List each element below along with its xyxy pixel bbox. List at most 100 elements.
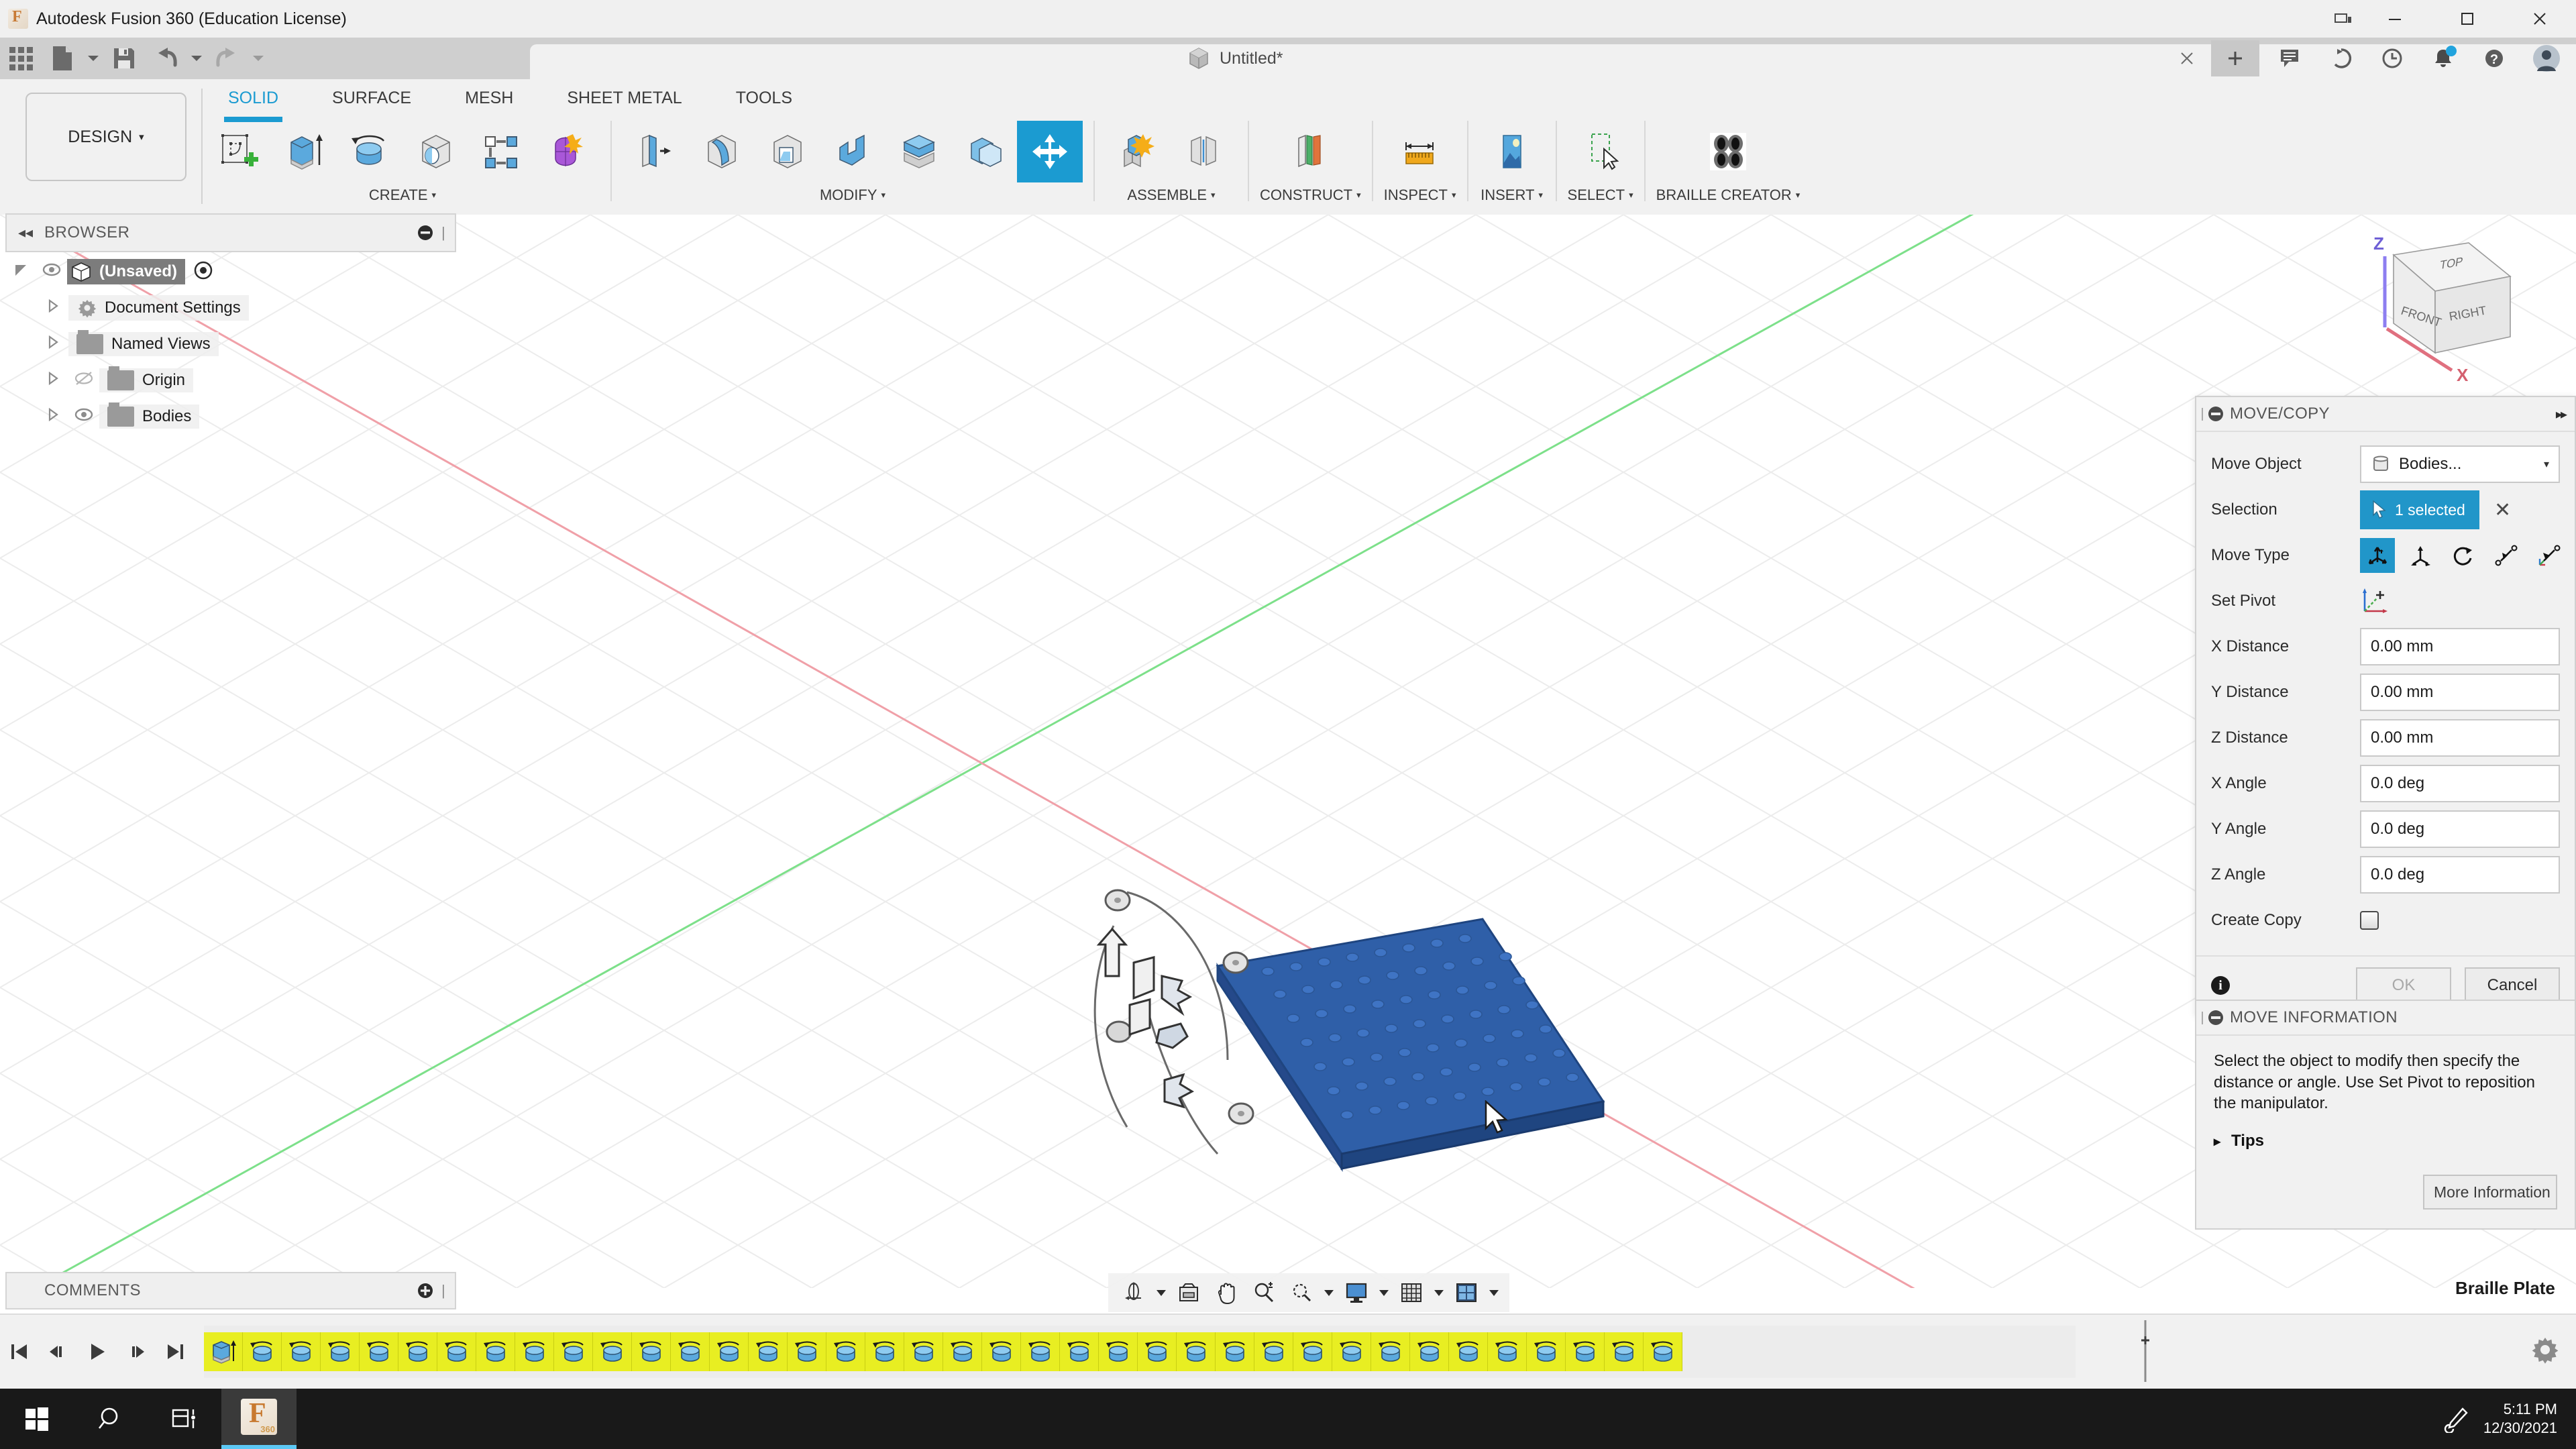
timeline-feature[interactable] <box>1410 1332 1449 1371</box>
timeline-feature[interactable] <box>788 1332 826 1371</box>
new-component-tool[interactable] <box>1106 121 1171 182</box>
task-view-button[interactable] <box>148 1389 221 1449</box>
panel-braille-creator-label[interactable]: BRAILLE CREATOR ▾ <box>1656 186 1801 204</box>
tab-mesh[interactable]: MESH <box>438 79 540 117</box>
undo-button[interactable] <box>145 39 186 78</box>
pan-tool[interactable] <box>1208 1275 1245 1310</box>
create-sketch-tool[interactable] <box>205 121 271 182</box>
activate-component-icon[interactable] <box>193 260 213 284</box>
timeline-feature[interactable] <box>1605 1332 1644 1371</box>
expand-arrow-icon[interactable] <box>38 407 68 426</box>
look-at-tool[interactable] <box>1170 1275 1208 1310</box>
timeline-feature[interactable] <box>204 1332 243 1371</box>
expand-arrow-icon[interactable] <box>38 371 68 390</box>
dialog-grip[interactable]: | <box>2196 407 2208 422</box>
add-comment-button[interactable] <box>409 1282 441 1299</box>
timeline-feature[interactable] <box>1332 1332 1371 1371</box>
revolve-tool[interactable] <box>337 121 402 182</box>
timeline-feature[interactable] <box>1021 1332 1060 1371</box>
go-to-beginning-button[interactable] <box>0 1332 39 1372</box>
app-grid-button[interactable] <box>0 39 42 78</box>
timeline-feature[interactable] <box>1371 1332 1410 1371</box>
clear-selection-button[interactable]: ✕ <box>2494 498 2511 522</box>
panel-modify-label[interactable]: MODIFY ▾ <box>820 186 885 204</box>
comments-resize-grip[interactable]: | <box>441 1282 455 1299</box>
redo-button[interactable] <box>207 39 248 78</box>
browser-minimize-icon[interactable] <box>409 224 441 241</box>
fillet-tool[interactable] <box>688 121 754 182</box>
move-object-dropdown[interactable]: Bodies... ▾ <box>2360 445 2560 483</box>
hole-tool[interactable] <box>402 121 468 182</box>
insert-image-tool[interactable] <box>1479 121 1545 182</box>
timeline-feature[interactable] <box>943 1332 982 1371</box>
timeline-feature[interactable] <box>243 1332 282 1371</box>
expand-arrow-icon[interactable] <box>38 299 68 317</box>
window-close-button[interactable] <box>2504 0 2576 38</box>
combine-tool[interactable] <box>951 121 1017 182</box>
browser-collapse-icon[interactable]: ◂◂ <box>7 224 44 241</box>
display-settings-tool[interactable] <box>1338 1275 1375 1310</box>
timeline-feature[interactable] <box>515 1332 554 1371</box>
new-document-button[interactable] <box>2211 40 2259 76</box>
new-file-button[interactable] <box>42 39 83 78</box>
info-panel-collapse-icon[interactable] <box>2208 1010 2223 1025</box>
timeline-feature[interactable] <box>1566 1332 1605 1371</box>
browser-resize-grip[interactable]: | <box>441 224 455 241</box>
tips-disclosure[interactable]: ▸ Tips <box>2214 1132 2557 1150</box>
timeline-feature[interactable] <box>360 1332 398 1371</box>
orbit-caret[interactable] <box>1152 1275 1170 1310</box>
timeline-feature[interactable] <box>1254 1332 1293 1371</box>
info-icon[interactable]: i <box>2211 976 2230 995</box>
set-pivot-button[interactable] <box>2360 586 2390 617</box>
viewports-caret[interactable] <box>1485 1275 1503 1310</box>
visibility-eye-icon[interactable] <box>36 263 67 280</box>
step-forward-button[interactable] <box>117 1332 156 1372</box>
braille-creator-tool[interactable] <box>1695 121 1761 182</box>
pen-tray-icon[interactable] <box>2430 1389 2483 1449</box>
timeline-feature[interactable] <box>904 1332 943 1371</box>
tree-node-unsaved[interactable]: (Unsaved) <box>5 254 456 290</box>
translate-type-button[interactable] <box>2403 538 2438 573</box>
z-angle-input[interactable]: 0.0 deg <box>2360 856 2560 894</box>
visibility-eye-off-icon[interactable] <box>68 371 99 390</box>
document-tab[interactable]: Untitled* <box>1187 40 1283 76</box>
view-cube[interactable]: TOP FRONT RIGHT Z X <box>2334 228 2536 389</box>
window-maximize-button[interactable] <box>2431 0 2504 38</box>
expand-arrow-icon[interactable] <box>5 262 36 281</box>
fusion-360-taskbar-icon[interactable] <box>221 1389 297 1449</box>
timeline-feature[interactable] <box>1293 1332 1332 1371</box>
y-distance-input[interactable]: 0.00 mm <box>2360 674 2560 711</box>
help-icon[interactable]: ? <box>2469 40 2520 76</box>
extrude-tool[interactable] <box>271 121 337 182</box>
x-angle-input[interactable]: 0.0 deg <box>2360 765 2560 802</box>
panel-assemble-label[interactable]: ASSEMBLE ▾ <box>1127 186 1215 204</box>
offset-plane-tool[interactable] <box>1277 121 1343 182</box>
move-copy-tool[interactable] <box>1017 121 1083 182</box>
timeline-feature[interactable] <box>437 1332 476 1371</box>
timeline-feature[interactable] <box>982 1332 1021 1371</box>
start-button[interactable] <box>0 1389 74 1449</box>
zoom-tool[interactable] <box>1245 1275 1283 1310</box>
timeline-feature[interactable] <box>593 1332 632 1371</box>
point-to-position-type-button[interactable] <box>2532 538 2567 573</box>
timeline-track[interactable] <box>204 1326 2076 1378</box>
measure-tool[interactable] <box>1387 121 1453 182</box>
fit-caret[interactable] <box>1320 1275 1338 1310</box>
timeline-feature[interactable] <box>1216 1332 1254 1371</box>
document-tab-close-button[interactable] <box>2168 40 2206 76</box>
undo-caret[interactable] <box>186 39 207 78</box>
new-file-caret[interactable] <box>83 39 103 78</box>
tab-solid[interactable]: SOLID <box>201 79 305 122</box>
timeline-feature[interactable] <box>1177 1332 1216 1371</box>
timeline-feature[interactable] <box>826 1332 865 1371</box>
timeline-feature[interactable] <box>632 1332 671 1371</box>
tab-sheet-metal[interactable]: SHEET METAL <box>540 79 708 117</box>
rotate-type-button[interactable] <box>2446 538 2481 573</box>
tab-surface[interactable]: SURFACE <box>305 79 438 117</box>
go-to-end-button[interactable] <box>156 1332 195 1372</box>
timeline-feature[interactable] <box>321 1332 360 1371</box>
create-copy-checkbox[interactable] <box>2360 911 2379 930</box>
tree-node-document-settings[interactable]: Document Settings <box>5 290 456 326</box>
press-pull-tool[interactable] <box>623 121 688 182</box>
joint-tool[interactable] <box>1171 121 1237 182</box>
